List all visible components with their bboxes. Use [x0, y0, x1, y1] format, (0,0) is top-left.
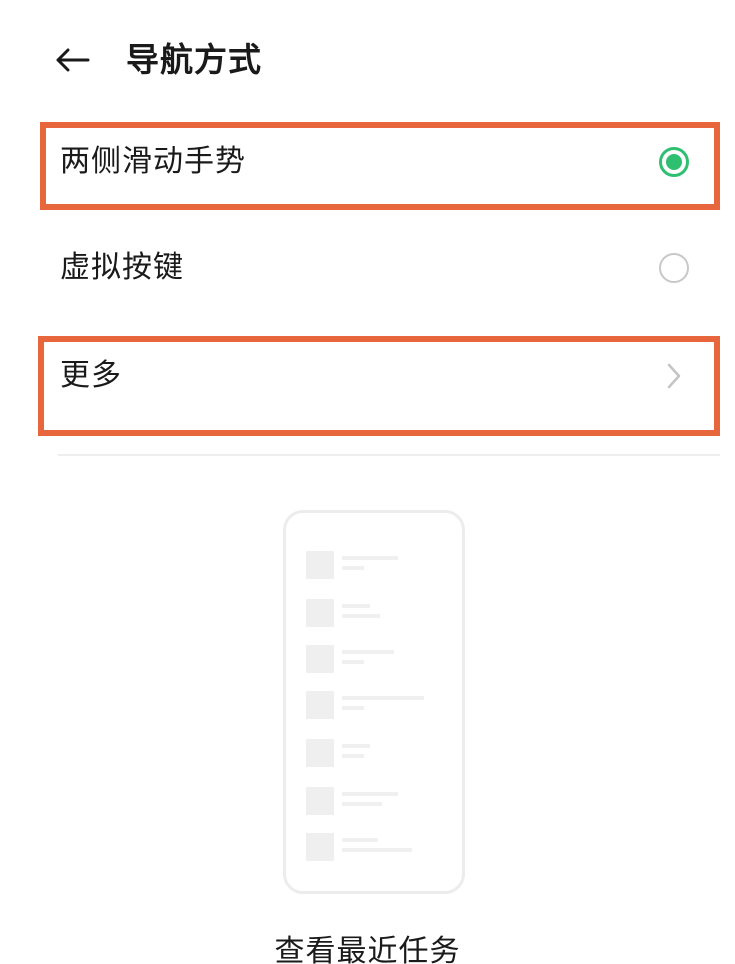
preview-list-item [306, 551, 446, 581]
header: 导航方式 [0, 28, 735, 92]
preview-list-item [306, 691, 446, 721]
page-title: 导航方式 [126, 40, 262, 79]
option-virtual-keys[interactable]: 虚拟按键 [0, 226, 735, 314]
radio-unselected-icon[interactable] [659, 253, 689, 283]
phone-preview-illustration [283, 510, 465, 894]
preview-list-item [306, 645, 446, 675]
more-label: 更多 [60, 358, 122, 393]
more-item[interactable]: 更多 [0, 332, 735, 428]
preview-list-item [306, 833, 446, 863]
arrow-left-icon [56, 48, 90, 72]
divider [58, 454, 720, 456]
back-button[interactable] [52, 42, 92, 78]
preview-list-item [306, 599, 446, 629]
preview-list-item [306, 739, 446, 769]
option-label: 虚拟按键 [60, 250, 184, 285]
chevron-right-icon [667, 363, 681, 389]
option-gesture-navigation[interactable]: 两侧滑动手势 [0, 120, 735, 208]
navigation-settings-page: 导航方式 两侧滑动手势 虚拟按键 更多 查看最近任务 [0, 0, 735, 964]
preview-caption: 查看最近任务 [274, 934, 461, 964]
option-label: 两侧滑动手势 [60, 144, 246, 179]
radio-selected-icon[interactable] [659, 147, 689, 177]
preview-list-item [306, 787, 446, 817]
